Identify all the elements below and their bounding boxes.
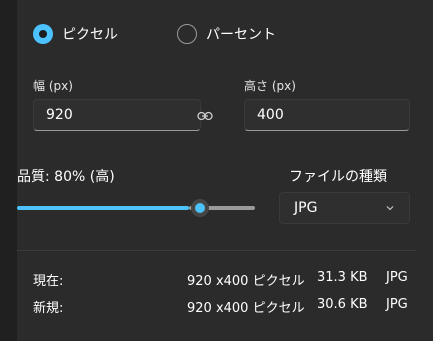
info-current-size: 31.3 KB [317,270,368,285]
chevron-down-icon [386,206,394,211]
radio-pixels-label: ピクセル [62,27,118,43]
height-label: 高さ (px) [244,79,296,93]
info-current-dimensions: 920 x400 ピクセル [187,274,305,289]
width-value: 920 [46,107,73,123]
divider [17,250,416,251]
link-icon[interactable] [197,108,213,124]
file-type-label: ファイルの種類 [289,169,387,185]
radio-pixels[interactable]: ピクセル [33,24,118,44]
info-current-label: 現在: [33,274,64,289]
radio-percent-indicator[interactable] [177,24,197,44]
info-new-label: 新規: [33,301,64,316]
width-label: 幅 (px) [33,79,73,93]
file-type-select[interactable]: JPG [279,192,410,224]
height-field[interactable]: 400 [244,99,410,131]
quality-slider-thumb[interactable] [191,199,209,217]
radio-pixels-indicator[interactable] [33,24,53,44]
width-field[interactable]: 920 [33,99,201,131]
info-current-format: JPG [386,270,408,285]
radio-percent[interactable]: パーセント [177,24,276,44]
radio-percent-label: パーセント [206,27,276,43]
info-row-new: 新規: 920 x400 ピクセル 30.6 KB JPG [17,297,416,317]
quality-label: 品質: 80% (高) [17,169,115,185]
quality-slider-fill[interactable] [17,206,189,210]
info-new-format: JPG [386,297,408,312]
info-new-size: 30.6 KB [317,297,368,312]
height-value: 400 [257,107,284,123]
info-row-current: 現在: 920 x400 ピクセル 31.3 KB JPG [17,270,416,290]
info-new-dimensions: 920 x400 ピクセル [187,301,305,316]
file-type-value: JPG [294,200,318,216]
